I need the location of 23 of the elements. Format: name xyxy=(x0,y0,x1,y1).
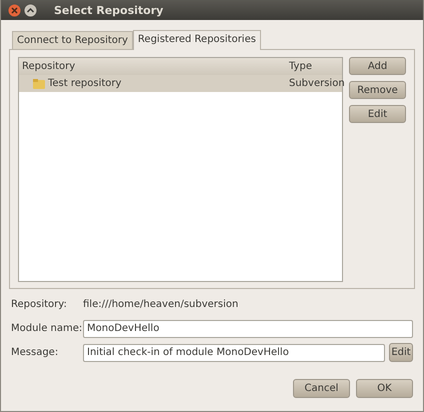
dialog-button[interactable]: OK xyxy=(356,379,413,398)
repository-path: file:///home/heaven/subversion xyxy=(83,299,238,310)
dialog-button[interactable]: Cancel xyxy=(293,379,350,398)
field-label: Message: xyxy=(11,347,60,358)
field-label: Module name: xyxy=(11,323,79,334)
window-title: Select Repository xyxy=(54,4,164,16)
folder-icon xyxy=(33,78,45,88)
side-button[interactable]: Add xyxy=(349,57,406,75)
close-icon[interactable] xyxy=(8,4,21,16)
table-row[interactable]: Test repository Subversion xyxy=(19,75,342,92)
edit-button[interactable]: Edit xyxy=(389,343,413,362)
side-button[interactable]: Remove xyxy=(349,81,406,99)
field-label: Repository: xyxy=(11,299,68,310)
column-header[interactable]: Repository xyxy=(19,61,289,72)
message-field[interactable]: Initial check-in of module MonoDevHello xyxy=(83,344,385,362)
maximize-icon[interactable] xyxy=(24,4,37,16)
column-header[interactable]: Type xyxy=(289,61,342,72)
tab[interactable]: Connect to Repository xyxy=(12,31,133,49)
tab[interactable]: Registered Repositories xyxy=(132,30,261,50)
table-cell: Subversion xyxy=(289,78,342,89)
module-name-field[interactable]: MonoDevHello xyxy=(83,320,413,338)
side-button[interactable]: Edit xyxy=(349,105,406,123)
table-cell: Test repository xyxy=(48,78,122,89)
